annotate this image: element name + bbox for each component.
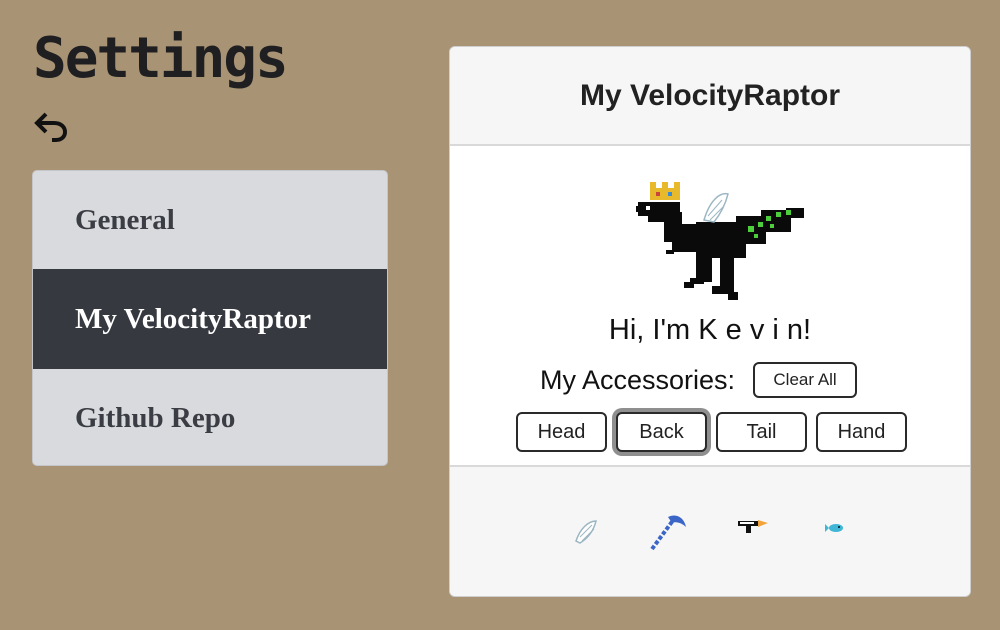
accessories-label: My Accessories:: [540, 364, 736, 395]
dinosaur-image: [636, 182, 804, 300]
tab-back[interactable]: Back: [616, 412, 707, 452]
clear-all-button[interactable]: Clear All: [753, 362, 858, 398]
accessories-row: My Accessories: Clear All: [540, 362, 858, 398]
page-title: Settings: [33, 26, 289, 91]
menu-item-my-velocityraptor[interactable]: My VelocityRaptor: [33, 269, 387, 369]
fish-icon[interactable]: [825, 521, 845, 535]
menu-item-general[interactable]: General: [33, 171, 387, 269]
tab-tail[interactable]: Tail: [716, 412, 807, 452]
accessory-items: [450, 467, 970, 596]
greeting-text: Hi, I'm K e v i n!: [608, 314, 812, 346]
accessory-tabs: Head Back Tail Hand: [516, 412, 907, 452]
menu-item-label: My VelocityRaptor: [75, 302, 311, 335]
menu-item-label: General: [75, 203, 175, 236]
wing-icon: [703, 192, 729, 223]
card-title: My VelocityRaptor: [450, 47, 970, 146]
scythe-icon[interactable]: [646, 511, 690, 551]
raptor-card: My VelocityRaptor Hi, I'm K e v i n! My …: [449, 46, 971, 597]
tab-hand[interactable]: Hand: [816, 412, 907, 452]
wing-icon[interactable]: [572, 517, 600, 545]
back-arrow-icon[interactable]: [32, 108, 70, 146]
card-body: Hi, I'm K e v i n! My Accessories: Clear…: [450, 146, 970, 467]
gun-icon[interactable]: [736, 517, 770, 535]
crown-icon: [650, 182, 680, 200]
tab-head[interactable]: Head: [516, 412, 607, 452]
settings-menu: General My VelocityRaptor Github Repo: [32, 170, 388, 466]
menu-item-github-repo[interactable]: Github Repo: [33, 369, 387, 465]
menu-item-label: Github Repo: [75, 401, 236, 434]
